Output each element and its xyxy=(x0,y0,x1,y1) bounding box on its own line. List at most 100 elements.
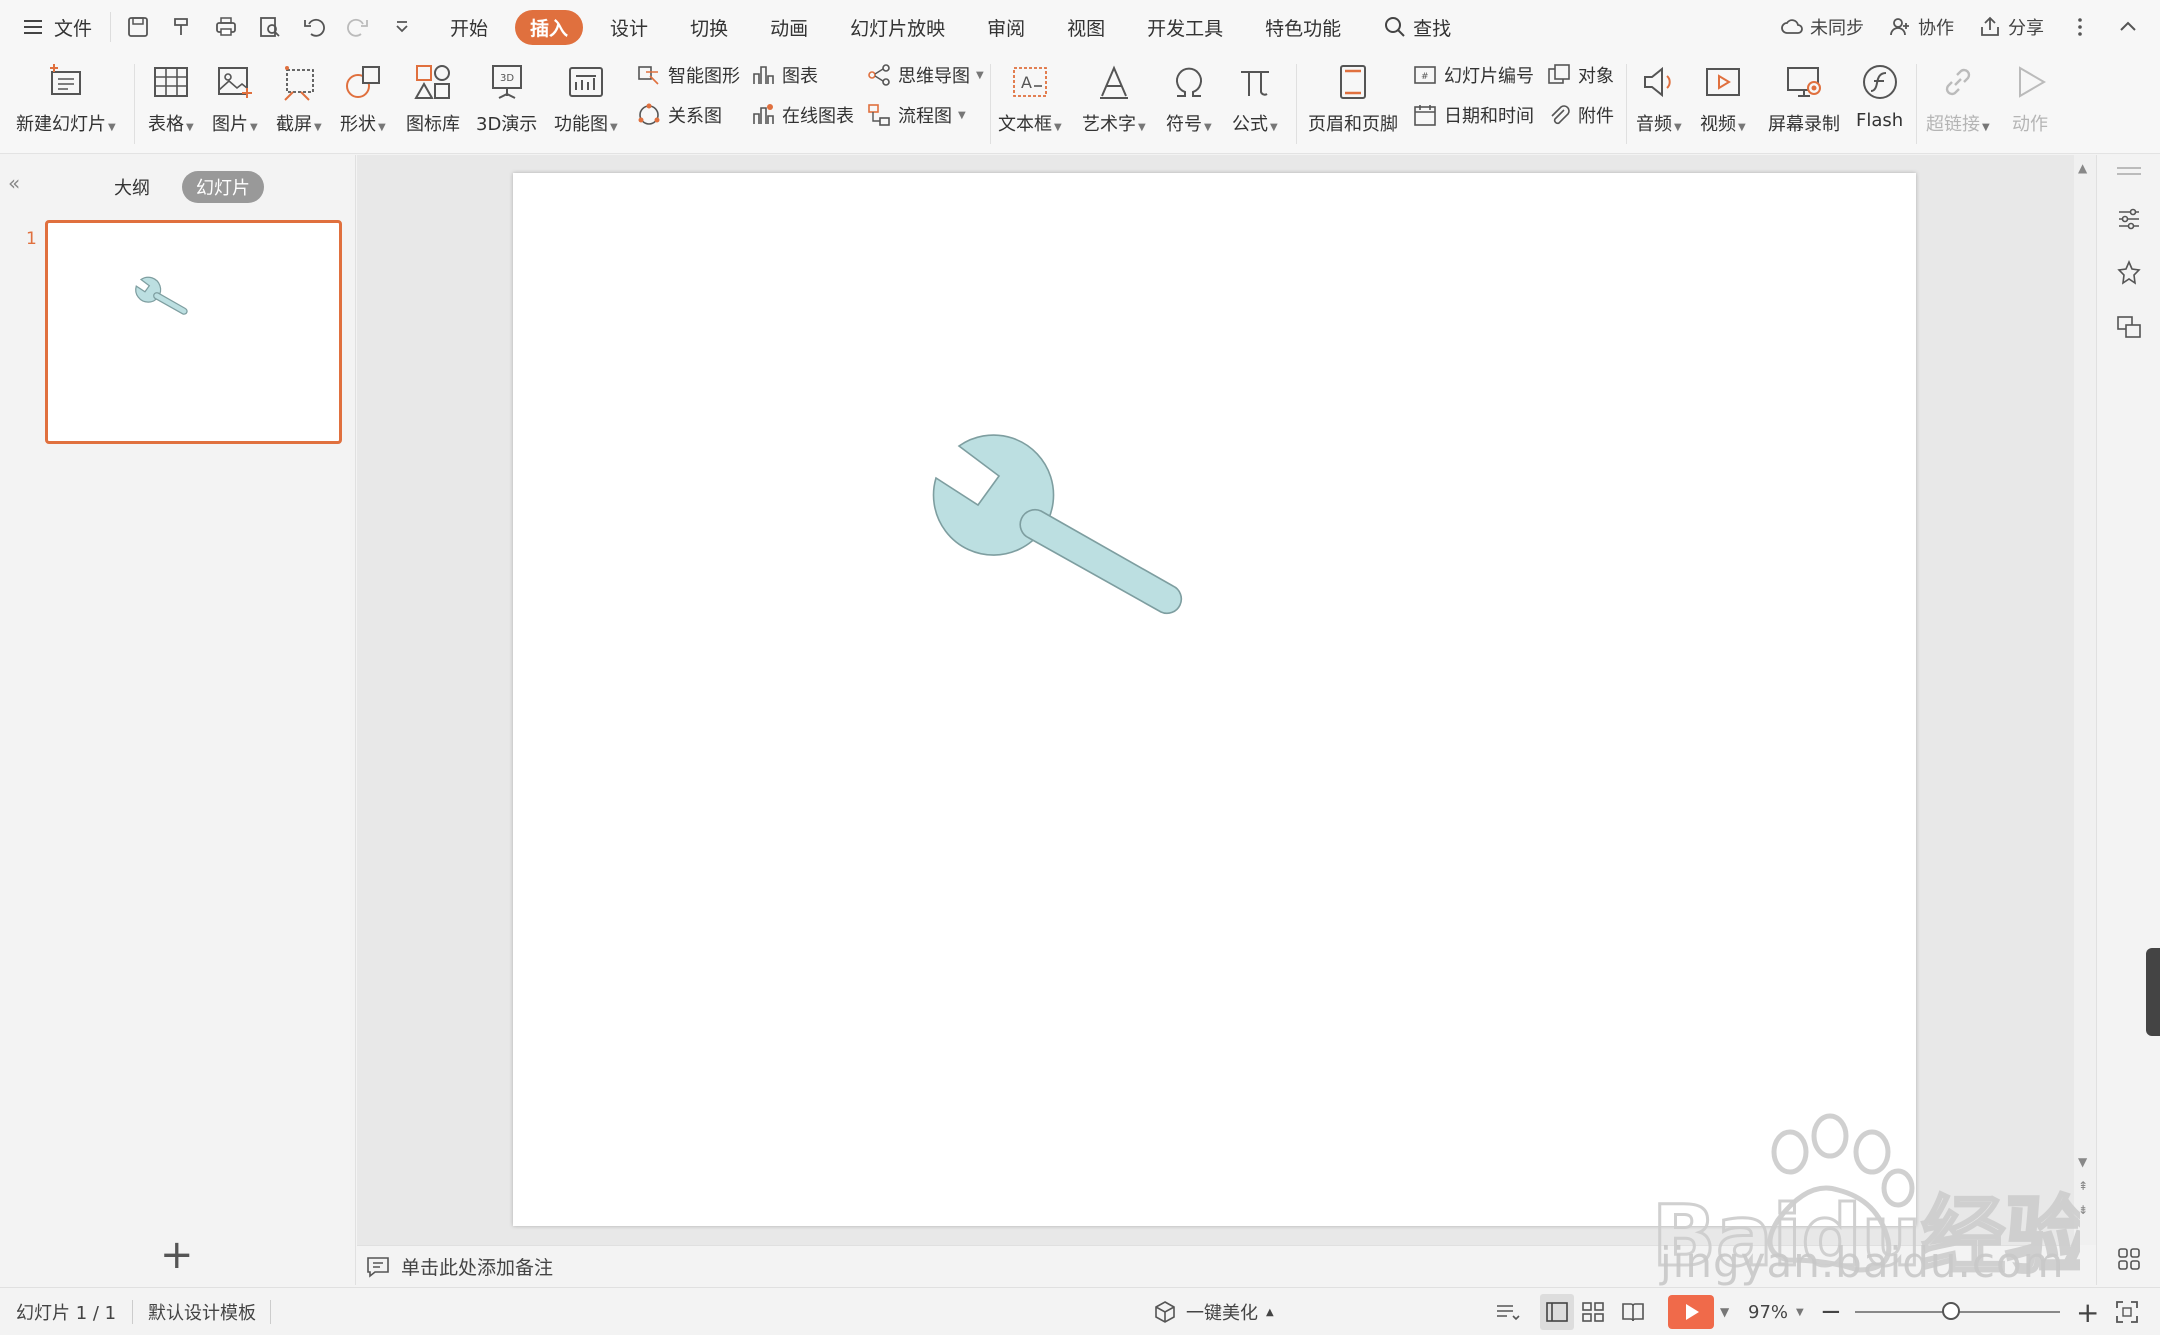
tab-outline[interactable]: 大纲 xyxy=(100,171,164,203)
object-button[interactable]: 对象 xyxy=(1546,62,1614,88)
tab-insert[interactable]: 插入 xyxy=(515,0,584,54)
smart-art-label: 智能图形 xyxy=(668,66,740,87)
file-menu[interactable]: 文件 xyxy=(0,0,110,54)
wrench-handle[interactable] xyxy=(1019,508,1183,615)
object-label: 对象 xyxy=(1578,66,1614,87)
online-chart-button[interactable]: 在线图表 xyxy=(750,102,854,128)
chevron-up-icon xyxy=(2120,21,2136,31)
screen-record-button[interactable]: 屏幕录制 xyxy=(1768,58,1840,136)
zoom-level[interactable]: 97% ▼ xyxy=(1748,1288,1804,1335)
screenshot-button[interactable]: 截屏 ▼ xyxy=(276,58,322,136)
scroll-down-icon[interactable]: ▼ xyxy=(2078,1155,2087,1169)
symbol-label: 符号 xyxy=(1166,114,1202,135)
play-options-dropdown[interactable]: ▼ xyxy=(1720,1288,1729,1335)
template-name[interactable]: 默认设计模板 xyxy=(148,1288,256,1335)
picture-button[interactable]: 图片 ▼ xyxy=(212,58,258,136)
zoom-out-button[interactable]: − xyxy=(1820,1288,1842,1335)
chart-button[interactable]: 图表 xyxy=(750,62,818,88)
reading-view-button[interactable] xyxy=(1620,1288,1646,1335)
mindmap-button[interactable]: 思维导图 ▼ xyxy=(866,62,984,88)
customize-dropdown-icon[interactable] xyxy=(389,14,415,40)
slide-canvas[interactable] xyxy=(513,173,1916,1226)
hyperlink-button[interactable]: 超链接 ▼ xyxy=(1926,58,1990,136)
shape-button[interactable]: 形状 ▼ xyxy=(340,58,386,136)
properties-button[interactable] xyxy=(2115,205,2143,233)
edge-panel-tab[interactable] xyxy=(2146,948,2160,1036)
sync-button[interactable]: 未同步 xyxy=(1780,14,1864,40)
collapse-ribbon-button[interactable] xyxy=(2116,15,2140,39)
flash-button[interactable]: Flash xyxy=(1856,58,1903,131)
svg-text:A: A xyxy=(1021,73,1032,92)
beautify-button[interactable]: 一键美化 ▲ xyxy=(1152,1288,1274,1335)
header-footer-button[interactable]: 页眉和页脚 xyxy=(1308,58,1398,136)
undo-icon[interactable] xyxy=(301,14,327,40)
relation-chart-button[interactable]: 关系图 xyxy=(636,102,722,128)
symbol-button[interactable]: 符号 ▼ xyxy=(1166,58,1212,136)
animation-pane-button[interactable] xyxy=(2115,259,2143,287)
share-button[interactable]: 分享 xyxy=(1978,14,2044,40)
format-painter-icon[interactable] xyxy=(169,14,195,40)
transition-pane-button[interactable] xyxy=(2115,313,2143,341)
tab-design[interactable]: 设计 xyxy=(589,0,669,54)
zoom-in-button[interactable]: + xyxy=(2076,1288,2099,1335)
slide-sorter-button[interactable] xyxy=(1580,1288,1606,1335)
wordart-button[interactable]: 艺术字 ▼ xyxy=(1082,58,1146,136)
tab-slides[interactable]: 幻灯片 xyxy=(182,171,264,203)
tab-transition[interactable]: 切换 xyxy=(669,0,749,54)
next-slide-icon[interactable]: ⇟ xyxy=(2078,1203,2088,1217)
fit-window-button[interactable] xyxy=(2114,1288,2140,1335)
wrench-thumbnail-icon xyxy=(135,276,188,315)
link-icon xyxy=(1945,68,1971,96)
add-slide-button[interactable]: + xyxy=(160,1235,194,1275)
tab-animation[interactable]: 动画 xyxy=(749,0,829,54)
tab-view[interactable]: 视图 xyxy=(1046,0,1126,54)
textbox-button[interactable]: A 文本框 ▼ xyxy=(998,58,1062,136)
table-button[interactable]: 表格 ▼ xyxy=(148,58,194,136)
save-icon[interactable] xyxy=(125,14,151,40)
wrench-icon[interactable] xyxy=(513,173,1916,1226)
flowchart-button[interactable]: 流程图 ▼ xyxy=(866,102,966,128)
screenshot-icon xyxy=(284,66,314,101)
collab-button[interactable]: 协作 xyxy=(1888,14,1954,40)
tab-review[interactable]: 审阅 xyxy=(966,0,1046,54)
print-preview-icon[interactable] xyxy=(257,14,283,40)
screen-record-icon xyxy=(1787,67,1821,97)
print-icon[interactable] xyxy=(213,14,239,40)
date-time-button[interactable]: 日期和时间 xyxy=(1412,102,1534,128)
attachment-button[interactable]: 附件 xyxy=(1546,102,1614,128)
3d-presentation-icon: 3D xyxy=(491,65,522,99)
icon-library-button[interactable]: 图标库 xyxy=(406,58,460,136)
formula-button[interactable]: 公式 ▼ xyxy=(1232,58,1278,136)
slide-number-button[interactable]: # 幻灯片编号 xyxy=(1412,62,1534,88)
prev-slide-icon[interactable]: ⇞ xyxy=(2078,1179,2088,1193)
new-slide-button[interactable]: 新建幻灯片 ▼ xyxy=(16,58,116,136)
notes-toggle-button[interactable] xyxy=(1494,1288,1520,1335)
date-time-label: 日期和时间 xyxy=(1444,106,1534,127)
sidebar-drag-handle[interactable] xyxy=(2117,167,2141,175)
vertical-scrollbar[interactable]: ▲ ▼ ⇞ ⇟ xyxy=(2074,155,2096,1245)
tab-developer[interactable]: 开发工具 xyxy=(1126,0,1244,54)
zoom-slider-thumb[interactable] xyxy=(1942,1302,1960,1320)
tab-home[interactable]: 开始 xyxy=(429,0,509,54)
tab-slideshow[interactable]: 幻灯片放映 xyxy=(829,0,966,54)
scroll-up-icon[interactable]: ▲ xyxy=(2078,161,2087,175)
slide-thumbnail[interactable] xyxy=(45,220,342,444)
normal-view-button[interactable] xyxy=(1540,1294,1574,1330)
beautify-label: 一键美化 xyxy=(1186,1303,1258,1324)
smart-art-button[interactable]: 智能图形 xyxy=(636,62,740,88)
search-button[interactable]: 查找 xyxy=(1362,0,1472,54)
apps-grid-button[interactable] xyxy=(2115,1245,2143,1273)
redo-icon[interactable] xyxy=(345,14,371,40)
3d-demo-button[interactable]: 3D 3D演示 xyxy=(476,58,537,136)
video-icon xyxy=(1705,68,1740,96)
play-slideshow-button[interactable] xyxy=(1668,1295,1714,1329)
video-button[interactable]: 视频 ▼ xyxy=(1700,58,1746,136)
more-button[interactable] xyxy=(2068,15,2092,39)
collapse-panel-icon[interactable]: « xyxy=(8,171,20,195)
audio-button[interactable]: 音频 ▼ xyxy=(1636,58,1682,136)
tab-features[interactable]: 特色功能 xyxy=(1244,0,1362,54)
chart-label: 图表 xyxy=(782,66,818,87)
action-button[interactable]: 动作 xyxy=(2010,58,2050,136)
slides-panel: « 大纲 幻灯片 1 + xyxy=(0,155,356,1285)
function-chart-button[interactable]: 功能图 ▼ xyxy=(554,58,618,136)
